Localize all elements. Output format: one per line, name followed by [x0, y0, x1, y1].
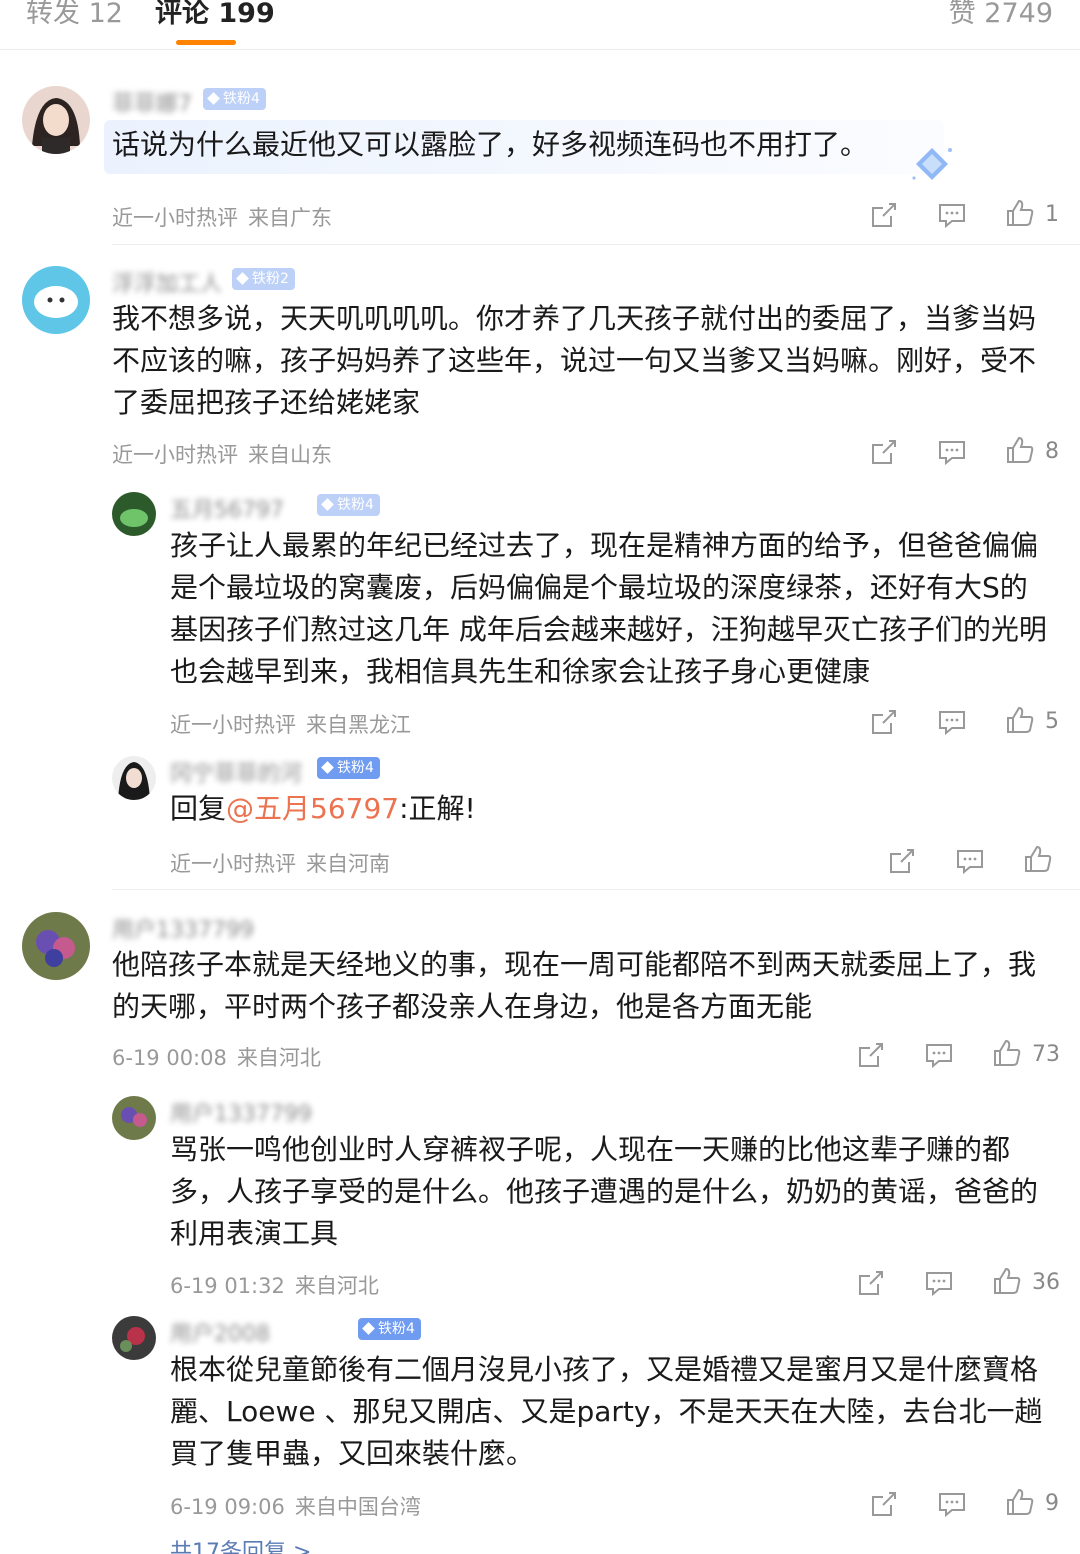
comment-icon[interactable] — [937, 1489, 967, 1519]
mention-link[interactable]: @五月56797 — [226, 792, 399, 825]
share-icon[interactable] — [869, 200, 899, 230]
avatar[interactable] — [112, 756, 156, 800]
comment-username[interactable]: 用户1337799 — [112, 912, 254, 944]
avatar-image — [112, 756, 156, 800]
share-icon[interactable] — [869, 437, 899, 467]
fan-badge: 铁粉2 — [232, 268, 295, 290]
comment-location: 来自山东 — [248, 443, 332, 467]
comment-icon[interactable] — [937, 437, 967, 467]
avatar[interactable] — [112, 1096, 156, 1140]
thumbs-up-icon[interactable] — [1005, 198, 1035, 228]
avatar-image — [22, 86, 90, 154]
avatar[interactable] — [112, 1316, 156, 1360]
comment-divider — [112, 244, 1080, 245]
tab-likes[interactable]: 赞 2749 — [949, 0, 1053, 28]
share-icon[interactable] — [856, 1040, 886, 1070]
comment-meta: 近一小时热评 来自山东 — [112, 439, 332, 469]
active-tab-indicator — [176, 40, 236, 45]
tab-repost[interactable]: 转发 12 — [26, 0, 123, 28]
avatar-image — [112, 492, 156, 536]
tab-comments[interactable]: 评论 199 — [155, 0, 275, 28]
share-icon[interactable] — [887, 846, 917, 876]
like-count: 1 — [1045, 202, 1059, 227]
comment-username[interactable]: 用户2008 — [170, 1316, 270, 1348]
thumbs-up-icon[interactable] — [1005, 435, 1035, 465]
thumbs-up-icon[interactable] — [992, 1038, 1022, 1068]
fan-badge: 铁粉4 — [203, 88, 266, 110]
avatar[interactable] — [22, 912, 90, 980]
fan-badge: 铁粉4 — [317, 494, 380, 516]
like-count: 9 — [1045, 1491, 1059, 1516]
comment-icon[interactable] — [955, 846, 985, 876]
tab-bar: 转发 12 评论 199 赞 2749 — [0, 0, 1080, 50]
comment-time: 近一小时热评 — [170, 713, 296, 737]
comment-time: 6-19 09:06 — [170, 1495, 285, 1519]
reply-text: :正解! — [399, 792, 476, 825]
comment-time: 近一小时热评 — [170, 852, 296, 876]
more-replies-link[interactable]: 共17条回复 > — [170, 1534, 311, 1554]
comment-username[interactable]: 冈宁菲菲的河 — [170, 756, 302, 788]
comment-text: 他陪孩子本就是天经地义的事，现在一周可能都陪不到两天就委屈上了，我的天哪，平时两… — [112, 948, 1037, 1023]
comment-username[interactable]: 五月56797 — [170, 492, 284, 524]
comment-location: 来自河南 — [306, 852, 390, 876]
comment-location: 来自广东 — [248, 206, 332, 230]
comment-meta: 近一小时热评 来自黑龙江 — [170, 709, 411, 739]
comment-location: 来自河北 — [236, 1046, 321, 1070]
thumbs-up-icon[interactable] — [1023, 844, 1053, 874]
comment-username[interactable]: 用户1337799 — [170, 1096, 312, 1128]
like-count: 5 — [1045, 709, 1059, 734]
comment-meta: 6-19 09:06 来自中国台湾 — [170, 1491, 421, 1521]
comment-location: 来自黑龙江 — [306, 713, 411, 737]
comment-time: 6-19 01:32 — [170, 1274, 285, 1298]
comment-meta: 6-19 01:32 来自河北 — [170, 1270, 379, 1300]
comment-text: 话说为什么最近他又可以露脸了，好多视频连码也不用打了。 — [112, 128, 869, 161]
avatar[interactable] — [22, 266, 90, 334]
share-icon[interactable] — [869, 707, 899, 737]
comment-meta: 近一小时热评 来自河南 — [170, 848, 390, 878]
comment-icon[interactable] — [937, 200, 967, 230]
comment-text: 我不想多说，天天叽叽叽叽。你才养了几天孩子就付出的委屈了，当爹当妈不应该的嘛，孩… — [112, 302, 1037, 419]
comment-location: 来自河北 — [294, 1274, 379, 1298]
comment-username[interactable]: 浮浮加工人 — [112, 266, 222, 298]
comment-time: 近一小时热评 — [112, 443, 238, 467]
comment-username[interactable]: 菲菲娜7 — [112, 86, 192, 118]
comment-icon[interactable] — [924, 1040, 954, 1070]
comment-text: 根本從兒童節後有二個月沒見小孩了，又是婚禮又是蜜月又是什麼寶格麗、Loewe 、… — [170, 1353, 1043, 1470]
avatar-image — [112, 1096, 156, 1140]
like-count: 8 — [1045, 439, 1059, 464]
diamond-sticker-icon — [912, 148, 952, 180]
thumbs-up-icon[interactable] — [1005, 705, 1035, 735]
avatar-image — [22, 266, 90, 334]
fan-badge: 铁粉4 — [317, 757, 380, 779]
comment-meta: 近一小时热评 来自广东 — [112, 202, 332, 232]
avatar[interactable] — [22, 86, 90, 154]
thumbs-up-icon[interactable] — [1005, 1487, 1035, 1517]
avatar-image — [22, 912, 90, 980]
share-icon[interactable] — [869, 1489, 899, 1519]
comment-divider — [112, 889, 1080, 890]
share-icon[interactable] — [856, 1268, 886, 1298]
comment-time: 6-19 00:08 — [112, 1046, 227, 1070]
reply-prefix: 回复 — [170, 792, 227, 825]
comment-icon[interactable] — [937, 707, 967, 737]
comment-text: 孩子让人最累的年纪已经过去了，现在是精神方面的给予，但爸爸偏偏是个最垃圾的窝囊废… — [170, 529, 1047, 688]
comment-location: 来自中国台湾 — [294, 1495, 421, 1519]
comment-icon[interactable] — [924, 1268, 954, 1298]
avatar[interactable] — [112, 492, 156, 536]
comment-text: 回复@五月56797:正解! — [170, 788, 1055, 830]
comment-text: 骂张一鸣他创业时人穿裤衩子呢，人现在一天赚的比他这辈子赚的都多，人孩子享受的是什… — [170, 1133, 1039, 1250]
fan-badge: 铁粉4 — [358, 1318, 421, 1340]
thumbs-up-icon[interactable] — [992, 1266, 1022, 1296]
comment-meta: 6-19 00:08 来自河北 — [112, 1042, 321, 1072]
like-count: 73 — [1032, 1042, 1060, 1067]
like-count: 36 — [1032, 1270, 1060, 1295]
comment-time: 近一小时热评 — [112, 206, 238, 230]
avatar-image — [112, 1316, 156, 1360]
